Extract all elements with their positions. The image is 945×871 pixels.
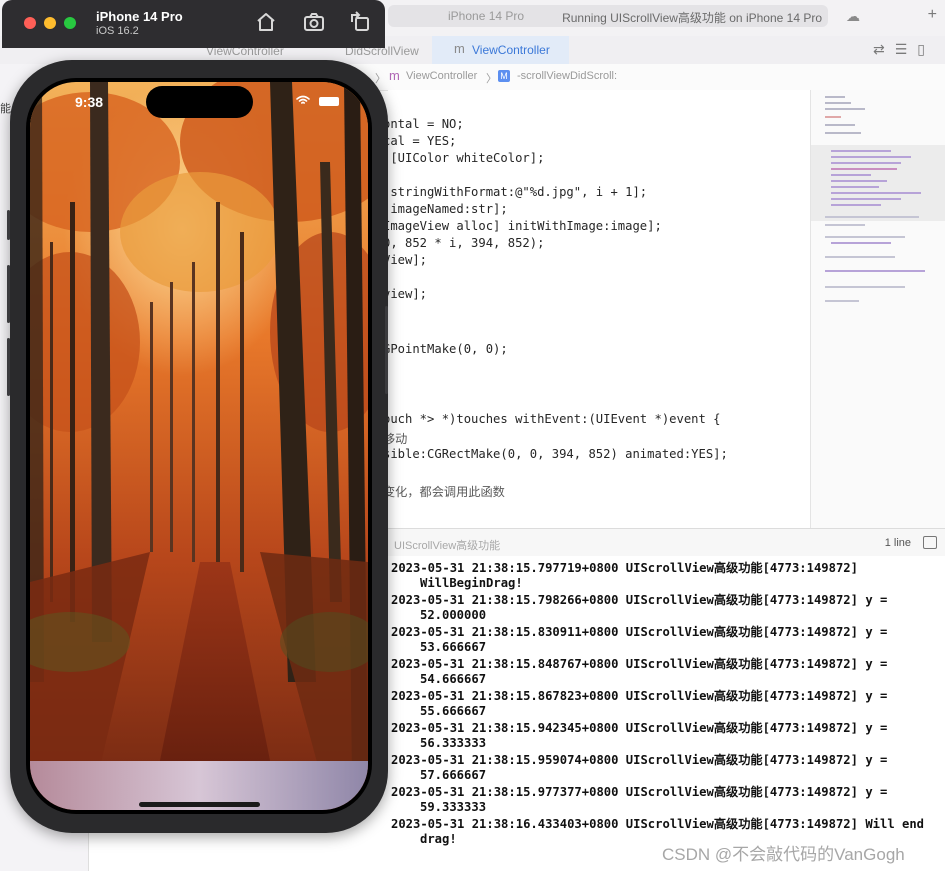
minimap-line — [831, 180, 887, 182]
minimap-line — [825, 236, 905, 238]
minimap-line — [831, 162, 901, 164]
phone-bezel — [26, 78, 372, 814]
minimap-line — [831, 242, 891, 244]
run-status-bar: iPhone 14 Pro Running UIScrollView高级功能 o… — [388, 5, 828, 27]
cloud-icon[interactable]: ☁ — [846, 8, 860, 25]
iphone-device-frame — [7, 60, 388, 833]
dynamic-island — [146, 86, 253, 118]
code-line: imageNamed:str]; — [388, 202, 508, 216]
editor-options-icons[interactable]: ⇄☰▯ — [873, 41, 935, 58]
battery-icon — [319, 97, 339, 106]
console-log-entry: 2023-05-31 21:38:15.959074+0800 UIScroll… — [391, 753, 888, 782]
minimap-line — [831, 198, 901, 200]
code-line: ontal = NO; — [388, 117, 464, 131]
status-bar-time: 9:38 — [75, 94, 104, 110]
minimap-line — [831, 192, 921, 194]
console-log-entry: 2023-05-31 21:38:15.797719+0800 UIScroll… — [391, 561, 858, 590]
minimap[interactable] — [810, 90, 945, 528]
minimap-line — [825, 124, 855, 126]
code-line: GPointMake(0, 0); — [388, 342, 508, 356]
add-icon[interactable]: + — [928, 6, 937, 24]
run-status-text: Running UIScrollView高级功能 on iPhone 14 Pr… — [562, 11, 822, 25]
jumpbar-chevron-icon: 〉 — [486, 73, 497, 85]
code-line: 0, 852 * i, 394, 852); — [388, 236, 545, 250]
minimap-line — [831, 174, 871, 176]
code-line: [UIColor whiteColor]; — [388, 151, 545, 165]
watermark: CSDN @不会敲代码的VanGogh — [662, 845, 905, 864]
minimap-line — [825, 216, 919, 218]
volume-up-button — [7, 265, 10, 323]
code-line: cal = YES; — [388, 134, 457, 148]
console-log-entry: 2023-05-31 21:38:15.848767+0800 UIScroll… — [391, 657, 888, 686]
minimap-line — [825, 270, 925, 272]
minimap-line — [825, 108, 865, 110]
toolbar-breadcrumb-device[interactable]: iPhone 14 Pro — [448, 9, 524, 23]
minimap-line — [831, 168, 897, 170]
zoom-window-button[interactable] — [64, 17, 76, 29]
minimap-line — [825, 102, 851, 104]
action-button — [7, 210, 10, 240]
debug-bar: UIScrollView高级功能 1 line — [388, 528, 945, 558]
minimize-window-button[interactable] — [44, 17, 56, 29]
minimap-line — [825, 286, 905, 288]
minimap-line — [825, 300, 859, 302]
home-icon[interactable] — [254, 10, 278, 34]
tab-label: ViewController — [472, 43, 550, 57]
minimap-line — [825, 116, 841, 118]
minimap-line — [825, 224, 865, 226]
simulator-os-version: iOS 16.2 — [96, 25, 139, 37]
navigator-item[interactable]: 能 — [0, 100, 11, 116]
minimap-line — [831, 186, 879, 188]
panel-toggle-icon[interactable] — [923, 536, 937, 549]
code-line: 移动 — [388, 432, 408, 446]
power-button — [385, 306, 388, 394]
code-line: view]; — [388, 287, 428, 301]
objc-file-icon: m — [389, 68, 400, 83]
minimap-line — [831, 156, 911, 158]
console-output[interactable]: 2023-05-31 21:38:15.797719+0800 UIScroll… — [388, 556, 945, 871]
console-line-count: 1 line — [884, 537, 911, 549]
code-line: stringWithFormat:@"%d.jpg", i + 1]; — [388, 185, 648, 199]
objc-file-icon: m — [454, 41, 465, 56]
jumpbar-chevron-icon: 〉 — [375, 73, 386, 85]
tab-viewcontroller-m[interactable]: m ViewController — [432, 36, 569, 64]
rotate-icon[interactable] — [348, 10, 372, 34]
method-icon: M — [498, 70, 510, 82]
close-window-button[interactable] — [24, 17, 36, 29]
code-editor[interactable]: ontal = NO; cal = YES; [UIColor whiteCol… — [388, 90, 810, 528]
code-line: sible:CGRectMake(0, 0, 394, 852) animate… — [388, 447, 728, 461]
home-indicator[interactable] — [139, 802, 260, 807]
jumpbar-method[interactable]: -scrollViewDidScroll: — [517, 70, 617, 82]
minimap-line — [825, 132, 861, 134]
debug-target-label: UIScrollView高级功能 — [394, 540, 501, 552]
minimap-line — [831, 150, 891, 152]
jumpbar-file[interactable]: ViewController — [406, 70, 477, 82]
console-log-entry: 2023-05-31 21:38:15.867823+0800 UIScroll… — [391, 689, 888, 718]
simulator-device-name: iPhone 14 Pro — [96, 9, 183, 24]
console-log-entry: 2023-05-31 21:38:15.830911+0800 UIScroll… — [391, 625, 888, 654]
code-line: View]; — [388, 253, 428, 267]
console-log-entry: 2023-05-31 21:38:15.942345+0800 UIScroll… — [391, 721, 888, 750]
console-log-entry: 2023-05-31 21:38:15.977377+0800 UIScroll… — [391, 785, 888, 814]
minimap-line — [825, 96, 845, 98]
code-line: 变化，都会调用此函数 — [388, 485, 505, 499]
code-line: ouch *> *)touches withEvent:(UIEvent *)e… — [388, 412, 721, 426]
wifi-icon — [296, 95, 310, 104]
screenshot-icon[interactable] — [302, 10, 326, 34]
minimap-line — [831, 204, 881, 206]
simulator-titlebar: iPhone 14 Pro iOS 16.2 — [2, 0, 385, 48]
code-line: ImageView alloc] initWithImage:image]; — [388, 219, 662, 233]
volume-down-button — [7, 338, 10, 396]
console-log-entry: 2023-05-31 21:38:15.798266+0800 UIScroll… — [391, 593, 888, 622]
phone-screen[interactable] — [30, 82, 368, 810]
minimap-line — [825, 256, 895, 258]
autumn-forest-image[interactable] — [30, 82, 368, 810]
